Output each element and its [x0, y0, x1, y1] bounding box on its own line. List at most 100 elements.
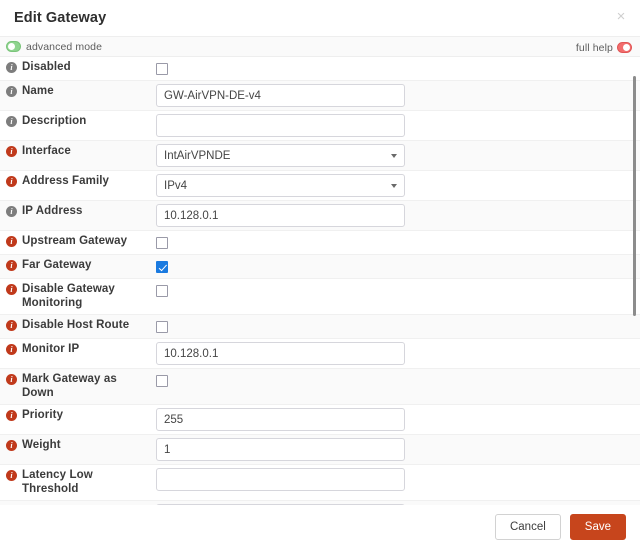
form-row: i Interface IntAirVPNDE: [0, 141, 640, 171]
form-row: i Address Family IPv4: [0, 171, 640, 201]
form-row-label-cell: i Disable Gateway Monitoring: [0, 279, 146, 314]
advanced-mode-toggle-icon[interactable]: [6, 41, 21, 52]
input-ip-address[interactable]: [156, 204, 405, 227]
select-value[interactable]: IntAirVPNDE: [156, 144, 405, 167]
cancel-button[interactable]: Cancel: [494, 514, 561, 540]
form-field-label: Mark Gateway as Down: [22, 373, 117, 399]
info-icon-required[interactable]: i: [6, 320, 17, 331]
form-row-label-cell: i Upstream Gateway: [0, 231, 146, 253]
form-row: i Priority: [0, 405, 640, 435]
full-help-control[interactable]: full help: [576, 37, 632, 58]
edit-gateway-dialog: Edit Gateway × advanced mode full help i…: [0, 0, 640, 549]
input-weight[interactable]: [156, 438, 405, 461]
form-row-label-cell: i Description: [0, 111, 146, 133]
form-row-field-cell: IPv4: [146, 171, 640, 200]
form-row-field-cell: [146, 231, 640, 254]
form-row: i Latency Low Threshold: [0, 465, 640, 501]
form-row-field-cell: [146, 201, 640, 230]
info-icon-optional[interactable]: i: [6, 116, 17, 127]
info-icon-optional[interactable]: i: [6, 62, 17, 73]
form-row: i Far Gateway: [0, 255, 640, 279]
info-icon-optional[interactable]: i: [6, 86, 17, 97]
form-field-label: Disabled: [22, 61, 71, 73]
info-icon-required[interactable]: i: [6, 260, 17, 271]
info-icon-required[interactable]: i: [6, 440, 17, 451]
form-row: i Disable Gateway Monitoring: [0, 279, 640, 315]
close-icon[interactable]: ×: [612, 8, 630, 26]
input-description[interactable]: [156, 114, 405, 137]
info-icon-required[interactable]: i: [6, 410, 17, 421]
form-row-label-cell: i Far Gateway: [0, 255, 146, 277]
checkbox-mark-gateway-as-down[interactable]: [156, 374, 168, 387]
checkbox-disable-host-route[interactable]: [156, 320, 168, 333]
form-field-label: Upstream Gateway: [22, 235, 128, 247]
advanced-mode-label: advanced mode: [26, 40, 103, 53]
form-row-field-cell: [146, 57, 640, 80]
select-interface[interactable]: IntAirVPNDE: [156, 144, 405, 167]
form-field-label: Disable Host Route: [22, 319, 130, 331]
input-priority[interactable]: [156, 408, 405, 431]
form-field-label: Weight: [22, 439, 61, 451]
form-row: i Mark Gateway as Down: [0, 369, 640, 405]
info-icon-required[interactable]: i: [6, 344, 17, 355]
form-row-label-cell: i IP Address: [0, 201, 146, 223]
input-name[interactable]: [156, 84, 405, 107]
info-icon-required[interactable]: i: [6, 284, 17, 295]
vertical-scrollbar-track[interactable]: [631, 36, 639, 505]
form-row-field-cell: [146, 111, 640, 140]
form-row-label-cell: i Name: [0, 81, 146, 103]
form-row: i Description: [0, 111, 640, 141]
select-address-family[interactable]: IPv4: [156, 174, 405, 197]
form-row-field-cell: [146, 405, 640, 434]
form-row-field-cell: [146, 465, 640, 494]
form-row: i Disable Host Route: [0, 315, 640, 339]
select-value[interactable]: IPv4: [156, 174, 405, 197]
form-row: i Upstream Gateway: [0, 231, 640, 255]
form-field-label: Description: [22, 115, 87, 127]
form-field-label: IP Address: [22, 205, 83, 217]
form-row-label-cell: i Priority: [0, 405, 146, 427]
form-field-label: Interface: [22, 145, 71, 157]
form-row: i IP Address: [0, 201, 640, 231]
form-field-label: Name: [22, 85, 54, 97]
form-row: i Disabled: [0, 57, 640, 81]
checkbox-far-gateway[interactable]: [156, 260, 168, 273]
form-row-label-cell: i Weight: [0, 435, 146, 457]
form-field-label: Priority: [22, 409, 64, 421]
page-title: Edit Gateway: [14, 10, 107, 26]
form-row-label-cell: i Interface: [0, 141, 146, 163]
input-latency-low-threshold[interactable]: [156, 468, 405, 491]
form-row-field-cell: [146, 279, 640, 302]
form-row: i Monitor IP: [0, 339, 640, 369]
info-icon-optional[interactable]: i: [6, 206, 17, 217]
form-field-label: Address Family: [22, 175, 110, 187]
form-row-label-cell: i Mark Gateway as Down: [0, 369, 146, 404]
form-row-field-cell: [146, 315, 640, 338]
checkbox-disabled[interactable]: [156, 62, 168, 75]
full-help-label: full help: [575, 41, 613, 54]
info-icon-required[interactable]: i: [6, 176, 17, 187]
form-row-label-cell: i Monitor IP: [0, 339, 146, 361]
info-icon-required[interactable]: i: [6, 236, 17, 247]
dialog-footer: Cancel Save: [0, 505, 640, 549]
info-icon-required[interactable]: i: [6, 374, 17, 385]
form-field-label: Disable Gateway Monitoring: [22, 283, 115, 309]
form-row-field-cell: [146, 81, 640, 110]
form-row-label-cell: i Disable Host Route: [0, 315, 146, 337]
form-row-field-cell: [146, 255, 640, 278]
form-row-label-cell: i Latency Low Threshold: [0, 465, 146, 500]
form-field-label: Monitor IP: [22, 343, 80, 355]
form-row-label-cell: i Address Family: [0, 171, 146, 193]
form-field-label: Latency Low Threshold: [22, 469, 93, 495]
form-row-field-cell: IntAirVPNDE: [146, 141, 640, 170]
info-icon-required[interactable]: i: [6, 470, 17, 481]
checkbox-disable-gateway-monitoring[interactable]: [156, 284, 168, 297]
info-icon-required[interactable]: i: [6, 146, 17, 157]
vertical-scrollbar-thumb[interactable]: [633, 76, 636, 316]
advanced-mode-control[interactable]: advanced mode: [6, 41, 102, 53]
full-help-toggle-icon[interactable]: [617, 42, 632, 53]
gateway-form: iDisablediNameiDescriptioniInterfaceIntA…: [0, 57, 640, 537]
save-button[interactable]: Save: [569, 514, 626, 540]
checkbox-upstream-gateway[interactable]: [156, 236, 168, 249]
input-monitor-ip[interactable]: [156, 342, 405, 365]
